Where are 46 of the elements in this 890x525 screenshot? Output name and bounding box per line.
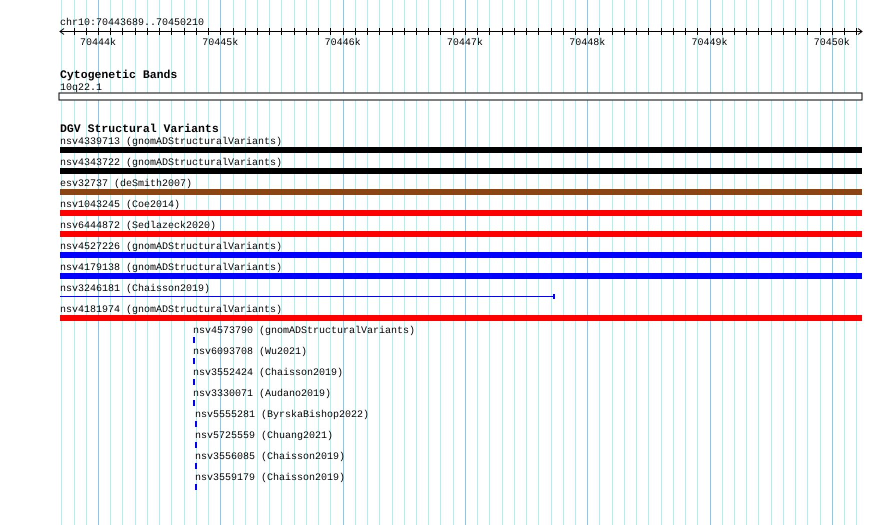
track-title: Cytogenetic Bands <box>60 69 178 82</box>
variant-label: nsv4573790 (gnomADStructuralVariants) <box>193 326 416 337</box>
ruler-tick-label: 70448k <box>569 38 606 49</box>
variant-bar[interactable] <box>60 273 862 279</box>
variant-mark[interactable] <box>195 421 197 427</box>
variant-line[interactable] <box>60 294 555 299</box>
variant-label: nsv5725559 (Chuang2021) <box>195 431 334 442</box>
variant-label: nsv4179138 (gnomADStructuralVariants) <box>60 263 282 274</box>
variant-bar[interactable] <box>60 168 862 174</box>
variant-label: nsv4343722 (gnomADStructuralVariants) <box>60 158 282 169</box>
variant-label: nsv3330071 (Audano2019) <box>193 389 332 400</box>
variant-label: nsv3552424 (Chaisson2019) <box>193 368 344 379</box>
variant-mark[interactable] <box>195 463 197 469</box>
variant-label: nsv3246181 (Chaisson2019) <box>60 284 210 295</box>
track-title: DGV Structural Variants <box>60 123 219 136</box>
variant-label: nsv3556085 (Chaisson2019) <box>195 452 346 463</box>
variant-label: nsv6444872 (Sedlazeck2020) <box>60 221 216 232</box>
variant-mark[interactable] <box>193 358 195 364</box>
ruler-tick-label: 70450k <box>814 38 850 49</box>
ruler-tick-label: 70446k <box>324 38 361 49</box>
variant-label: nsv4527226 (gnomADStructuralVariants) <box>60 242 282 253</box>
ruler-tick-label: 70447k <box>446 38 483 49</box>
variant-bar[interactable] <box>60 210 862 216</box>
variant-mark[interactable] <box>193 400 195 406</box>
variant-bar[interactable] <box>60 231 862 237</box>
band-bar[interactable] <box>58 92 862 100</box>
location-label: chr10:70443689..70450210 <box>60 18 204 29</box>
variant-mark[interactable] <box>193 337 195 343</box>
ruler-tick-label: 70445k <box>202 38 238 49</box>
variant-label: nsv4181974 (gnomADStructuralVariants) <box>60 305 282 316</box>
variant-bar[interactable] <box>60 147 862 153</box>
ruler-tick-label: 70449k <box>692 38 728 49</box>
variant-label: esv32737 (deSmith2007) <box>60 179 192 190</box>
variant-bar[interactable] <box>60 252 862 258</box>
variant-label: nsv3559179 (Chaisson2019) <box>195 473 346 484</box>
variant-bar[interactable] <box>60 189 862 195</box>
variant-mark[interactable] <box>195 484 197 490</box>
variant-mark[interactable] <box>193 379 195 385</box>
variant-label: nsv6093708 (Wu2021) <box>193 347 308 358</box>
variant-label: nsv1043245 (Coe2014) <box>60 200 180 211</box>
variant-label: nsv5555281 (ByrskaBishop2022) <box>195 410 370 421</box>
variant-bar[interactable] <box>60 315 862 321</box>
ruler-tick-label: 70444k <box>80 38 116 49</box>
variant-label: nsv4339713 (gnomADStructuralVariants) <box>60 137 282 148</box>
band-label: 10q22.1 <box>60 83 102 94</box>
variant-mark[interactable] <box>195 442 197 448</box>
